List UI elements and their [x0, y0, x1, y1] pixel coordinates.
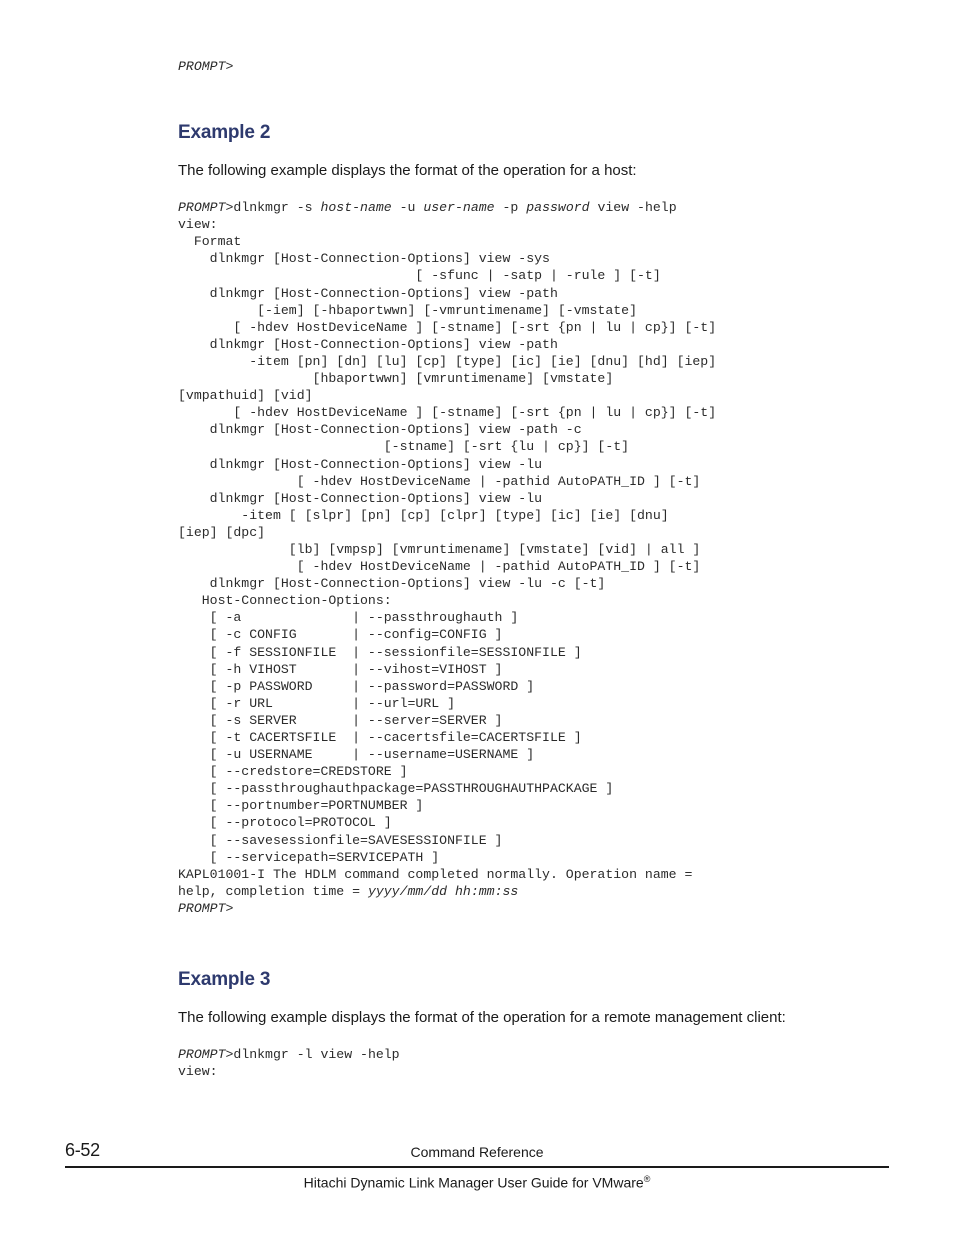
top-prompt-line: PROMPT>: [178, 58, 878, 75]
heading-example-2: Example 2: [178, 122, 271, 144]
paragraph-example-3: The following example displays the forma…: [178, 1009, 786, 1027]
page-content: PROMPT> Example 2 The following example …: [178, 58, 878, 1080]
document-page: PROMPT> Example 2 The following example …: [0, 0, 954, 1235]
top-prompt-text: PROMPT>: [178, 59, 234, 74]
footer-document-title: Hitachi Dynamic Link Manager User Guide …: [0, 1174, 954, 1191]
paragraph-example-2: The following example displays the forma…: [178, 162, 637, 180]
heading-example-3: Example 3: [178, 969, 271, 991]
footer-section-name: Command Reference: [410, 1144, 544, 1160]
footer-divider: [65, 1166, 889, 1168]
code-block-example-2: PROMPT>dlnkmgr -s host-name -u user-name…: [178, 200, 717, 916]
page-footer: 6-52 Command Reference Hitachi Dynamic L…: [0, 1133, 954, 1203]
registered-trademark-icon: ®: [643, 1174, 651, 1184]
code-block-example-3: PROMPT>dlnkmgr -l view -help view:: [178, 1047, 400, 1080]
footer-title-text: Hitachi Dynamic Link Manager User Guide …: [303, 1174, 644, 1191]
